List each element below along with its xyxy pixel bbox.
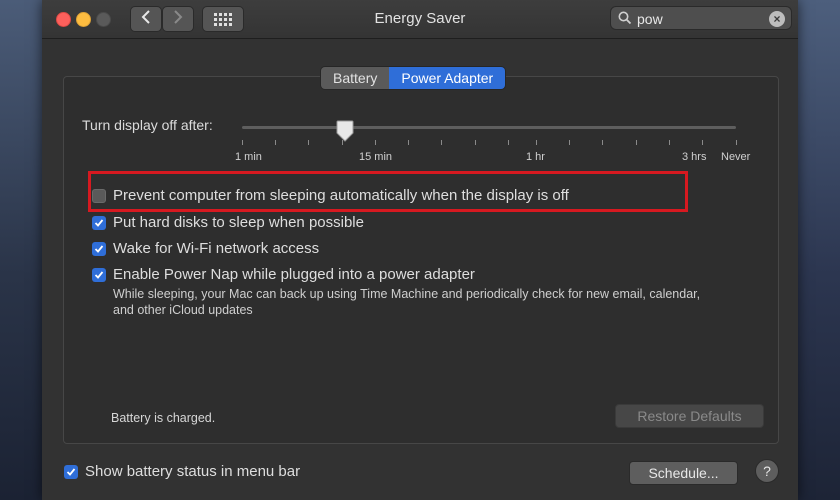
search-icon (618, 11, 632, 30)
clear-icon[interactable]: × (769, 11, 785, 27)
schedule-button[interactable]: Schedule... (629, 461, 738, 485)
desktop-background-right (798, 0, 840, 500)
prevent-sleep-checkbox[interactable] (92, 188, 106, 203)
source-tabs: Battery Power Adapter (320, 66, 507, 90)
slider-tick (275, 140, 276, 145)
hard-disk-sleep-label: Put hard disks to sleep when possible (113, 214, 364, 231)
tick-label-3hrs: 3 hrs (682, 151, 707, 163)
wake-wifi-label: Wake for Wi-Fi network access (113, 240, 320, 257)
energy-saver-window: Energy Saver × Battery Power Adapter Tur… (42, 0, 798, 500)
display-sleep-slider[interactable] (242, 126, 736, 129)
wake-wifi-checkbox[interactable] (92, 241, 106, 256)
tick-label-1min: 1 min (235, 151, 262, 163)
slider-tick (602, 140, 603, 145)
show-battery-status-checkbox[interactable] (64, 464, 78, 479)
slider-tick (669, 140, 670, 145)
checkmark-icon (66, 467, 76, 476)
prevent-sleep-option[interactable]: Prevent computer from sleeping automatic… (92, 187, 569, 204)
desktop-background-left (0, 0, 42, 500)
hard-disk-sleep-checkbox[interactable] (92, 215, 106, 230)
slider-thumb[interactable] (336, 120, 354, 147)
tick-label-never: Never (721, 151, 751, 163)
help-button[interactable]: ? (755, 459, 779, 483)
slider-tick (308, 140, 309, 145)
show-battery-status-label: Show battery status in menu bar (85, 463, 301, 480)
show-battery-status-option[interactable]: Show battery status in menu bar (64, 463, 300, 480)
slider-tick (702, 140, 703, 145)
slider-tick (242, 140, 243, 145)
slider-tick (536, 140, 537, 145)
title-bar: Energy Saver × (42, 0, 798, 39)
checkmark-icon (94, 270, 104, 279)
power-nap-label: Enable Power Nap while plugged into a po… (113, 266, 475, 283)
battery-status-text: Battery is charged. (111, 411, 216, 425)
tick-label-1hr: 1 hr (526, 151, 545, 163)
restore-defaults-button[interactable]: Restore Defaults (615, 404, 764, 428)
power-nap-checkbox[interactable] (92, 267, 106, 282)
tick-label-15min: 15 min (359, 151, 393, 163)
tab-power-adapter[interactable]: Power Adapter (389, 67, 506, 89)
checkmark-icon (94, 244, 104, 253)
power-nap-option[interactable]: Enable Power Nap while plugged into a po… (92, 266, 475, 283)
hard-disk-sleep-option[interactable]: Put hard disks to sleep when possible (92, 214, 364, 231)
slider-tick (736, 140, 737, 145)
slider-tick (569, 140, 570, 145)
search-input[interactable] (635, 9, 769, 29)
tab-battery[interactable]: Battery (321, 67, 390, 89)
slider-tick (636, 140, 637, 145)
power-nap-description: While sleeping, your Mac can back up usi… (113, 287, 701, 317)
display-sleep-label: Turn display off after: (82, 117, 213, 133)
checkmark-icon (94, 218, 104, 227)
slider-tick (508, 140, 509, 145)
slider-tick (441, 140, 442, 145)
prevent-sleep-label: Prevent computer from sleeping automatic… (113, 187, 569, 204)
slider-tick (375, 140, 376, 145)
search-field[interactable]: × (610, 6, 792, 30)
slider-tick (408, 140, 409, 145)
wake-wifi-option[interactable]: Wake for Wi-Fi network access (92, 240, 319, 257)
slider-tick (475, 140, 476, 145)
